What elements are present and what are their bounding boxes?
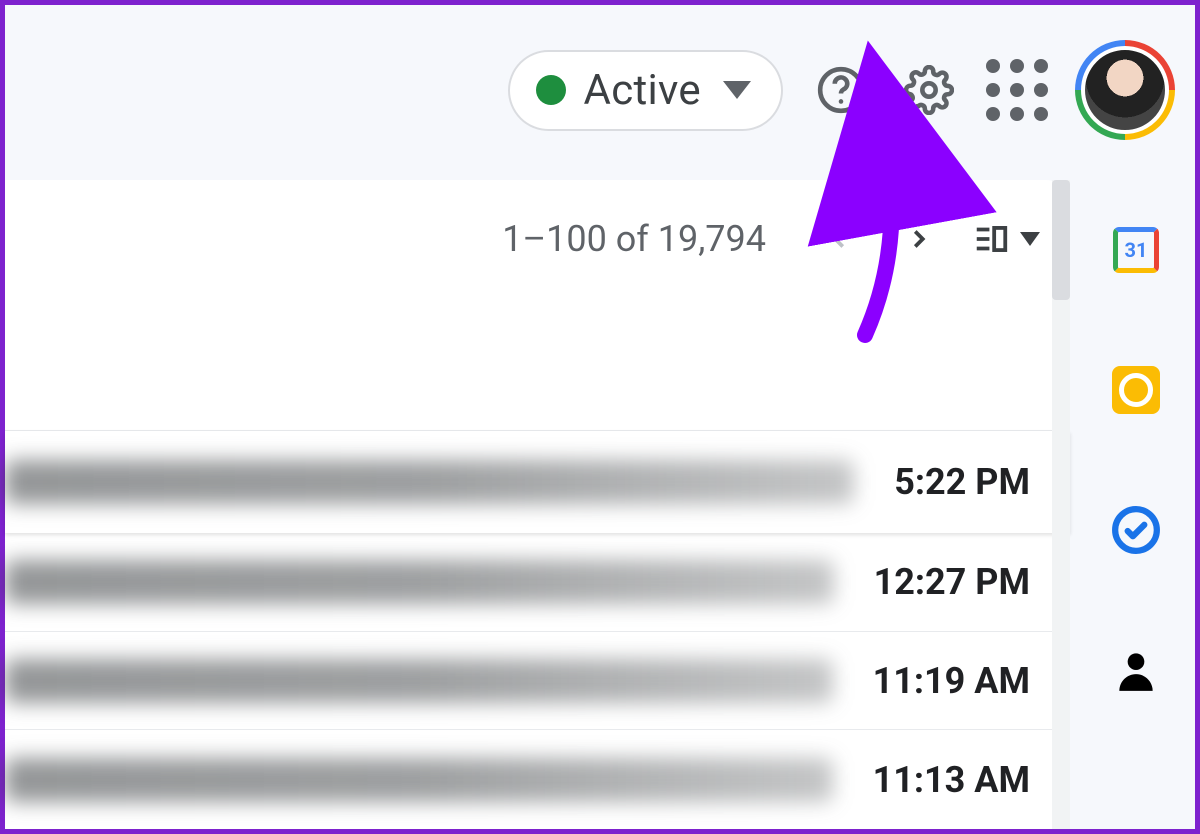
tasks-icon xyxy=(1111,505,1161,555)
person-icon xyxy=(1111,645,1161,695)
tabs-placeholder xyxy=(5,299,1070,431)
chevron-right-icon xyxy=(904,224,934,254)
status-chip[interactable]: Active xyxy=(508,50,784,131)
settings-button[interactable] xyxy=(899,60,959,120)
status-label: Active xyxy=(584,66,702,115)
tasks-app-button[interactable] xyxy=(1111,505,1161,555)
mail-row[interactable]: 12:27 PM xyxy=(5,533,1070,632)
prev-page-button[interactable] xyxy=(812,212,866,266)
mail-time: 5:22 PM xyxy=(894,461,1030,503)
calendar-app-button[interactable]: 31 xyxy=(1111,225,1161,275)
mail-subject-blurred xyxy=(5,460,854,504)
chevron-down-icon xyxy=(723,81,751,99)
mail-subject-blurred xyxy=(5,659,833,703)
mail-time: 12:27 PM xyxy=(874,561,1030,603)
mail-row[interactable]: 5:22 PM xyxy=(5,431,1070,533)
help-button[interactable] xyxy=(811,60,871,120)
help-icon xyxy=(816,65,866,115)
app-header: Active xyxy=(5,5,1195,175)
split-pane-icon xyxy=(972,220,1010,258)
gear-icon xyxy=(904,65,954,115)
list-toolbar: 1–100 of 19,794 xyxy=(5,180,1070,299)
apps-grid-icon xyxy=(986,59,1048,121)
keep-icon xyxy=(1112,366,1160,414)
mail-time: 11:13 AM xyxy=(873,759,1030,801)
chevron-down-icon xyxy=(1020,232,1040,246)
side-panel: 31 xyxy=(1077,185,1195,829)
toggle-split-pane-button[interactable] xyxy=(972,220,1040,258)
keep-app-button[interactable] xyxy=(1111,365,1161,415)
avatar xyxy=(1081,46,1169,134)
contacts-app-button[interactable] xyxy=(1111,645,1161,695)
chevron-left-icon xyxy=(824,224,854,254)
pagination-counter: 1–100 of 19,794 xyxy=(502,218,766,260)
mail-row[interactable]: 11:13 AM xyxy=(5,730,1070,829)
next-page-button[interactable] xyxy=(892,212,946,266)
calendar-icon: 31 xyxy=(1113,227,1159,273)
scrollbar[interactable] xyxy=(1052,180,1070,829)
mail-subject-blurred xyxy=(5,758,833,802)
mail-subject-blurred xyxy=(5,560,834,604)
apps-button[interactable] xyxy=(987,60,1047,120)
mail-time: 11:19 AM xyxy=(873,660,1030,702)
mail-list-card: 1–100 of 19,794 5:22 PM 12:27 PM 11:19 A… xyxy=(5,180,1070,829)
status-dot-icon xyxy=(536,75,566,105)
account-button[interactable] xyxy=(1075,40,1175,140)
mail-row[interactable]: 11:19 AM xyxy=(5,632,1070,731)
